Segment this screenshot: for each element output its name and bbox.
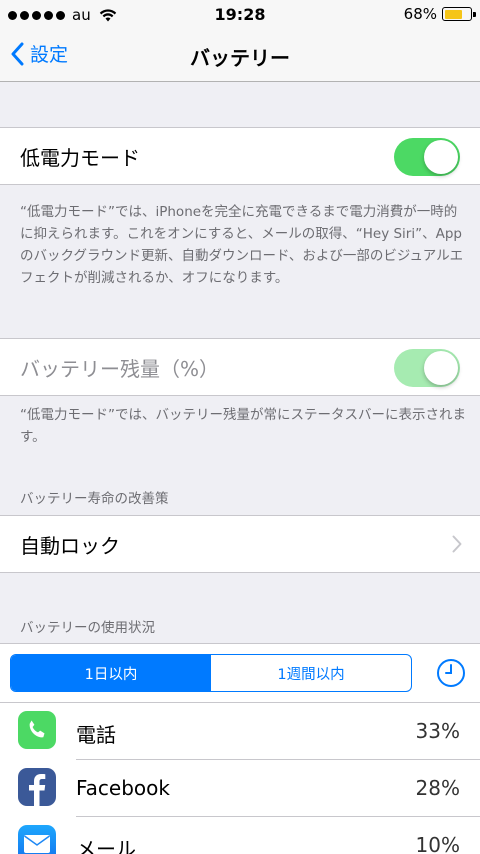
battery-percent: 68% bbox=[403, 5, 437, 23]
app-usage-row-mail: メール 10% bbox=[0, 817, 480, 854]
battery-percentage-label: バッテリー残量（%） bbox=[20, 356, 220, 381]
battery-percentage-toggle[interactable] bbox=[394, 349, 460, 387]
low-power-toggle[interactable] bbox=[394, 138, 460, 176]
battery-fill bbox=[444, 9, 462, 19]
low-power-label: 低電力モード bbox=[20, 145, 140, 170]
battery-usage-header: バッテリーの使用状況 bbox=[20, 620, 155, 636]
usage-period-segmented-control: 1日以内 1週間以内 bbox=[10, 654, 412, 692]
auto-lock-cell[interactable]: 自動ロック bbox=[0, 516, 480, 572]
status-right: 68% bbox=[403, 5, 476, 23]
app-name: Facebook bbox=[76, 776, 170, 800]
battery-life-header: バッテリー寿命の改善策 bbox=[20, 491, 169, 507]
app-usage-row-facebook: Facebook 28% bbox=[0, 760, 480, 817]
auto-lock-group: 自動ロック bbox=[0, 515, 480, 573]
app-usage-row-phone: 電話 33% bbox=[0, 703, 480, 760]
facebook-icon bbox=[18, 768, 56, 806]
battery-icon bbox=[442, 7, 476, 21]
low-power-description: “低電力モード”では、iPhoneを完全に充電できるまで電力消費が一時的に抑えら… bbox=[20, 204, 464, 286]
page-title: バッテリー bbox=[190, 46, 290, 70]
auto-lock-label: 自動ロック bbox=[20, 533, 120, 558]
app-percent: 10% bbox=[415, 833, 460, 854]
low-power-cell: 低電力モード bbox=[0, 128, 480, 184]
status-bar: au 19:28 68% bbox=[0, 0, 480, 30]
battery-percentage-group: バッテリー残量（%） bbox=[0, 338, 480, 396]
tab-last-24-hours[interactable]: 1日以内 bbox=[11, 655, 211, 691]
low-power-group: 低電力モード bbox=[0, 127, 480, 185]
app-percent: 33% bbox=[415, 719, 460, 743]
tab-last-7-days[interactable]: 1週間以内 bbox=[211, 655, 411, 691]
battery-percentage-cell: バッテリー残量（%） bbox=[0, 339, 480, 395]
battery-percentage-description: “低電力モード”では、バッテリー残量が常にステータスバーに表示されます。 bbox=[20, 407, 466, 445]
clock-icon[interactable] bbox=[436, 658, 466, 688]
app-name: 電話 bbox=[76, 723, 116, 747]
mail-icon bbox=[18, 825, 56, 854]
navigation-bar: 設定 バッテリー bbox=[0, 30, 480, 82]
battery-usage-section: 1日以内 1週間以内 電話 33% Facebook 28% メール 10% bbox=[0, 643, 480, 854]
phone-icon bbox=[18, 711, 56, 749]
chevron-right-icon bbox=[452, 535, 462, 553]
app-percent: 28% bbox=[415, 776, 460, 800]
app-name: メール bbox=[76, 837, 136, 854]
